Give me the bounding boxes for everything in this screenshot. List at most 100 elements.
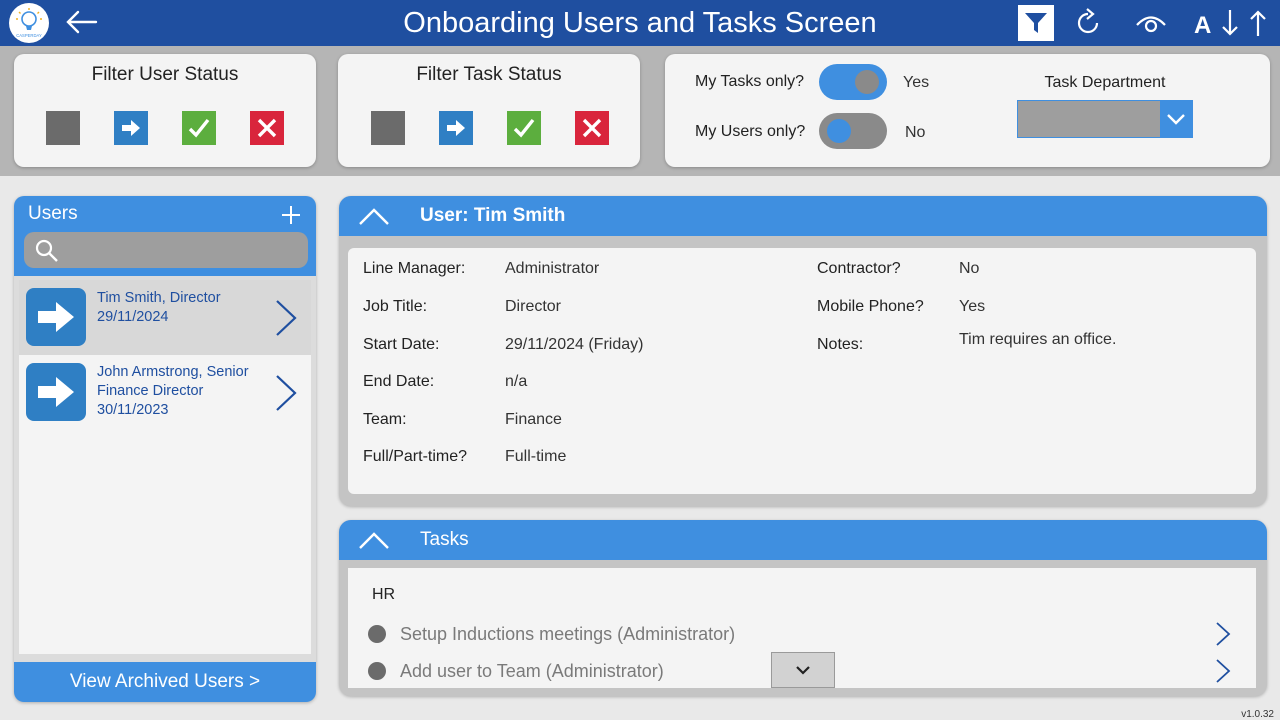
user-detail-header: User: Tim Smith <box>339 196 1267 236</box>
chevron-up-icon[interactable] <box>357 204 391 228</box>
full-part-time-value: Full-time <box>505 448 567 465</box>
user-start-date: 30/11/2023 <box>97 402 169 418</box>
toggle-knob <box>827 119 851 143</box>
users-panel: Users Tim Smith, Director 29/11/2024 Joh… <box>14 196 316 702</box>
user-detail-panel: User: Tim Smith Line Manager: Administra… <box>339 196 1267 506</box>
task-status-not-started-button[interactable] <box>371 111 405 145</box>
user-status-in-progress-icon <box>26 288 86 346</box>
users-header: Users <box>14 196 316 276</box>
users-title: Users <box>28 203 78 224</box>
close-icon <box>582 118 602 138</box>
close-icon <box>257 118 277 138</box>
user-name: John Armstrong, Senior <box>97 364 249 380</box>
my-tasks-toggle[interactable] <box>819 64 887 100</box>
my-users-value: No <box>905 124 926 141</box>
task-group-label: HR <box>372 586 396 603</box>
line-manager-label: Line Manager: <box>363 260 466 277</box>
svg-text:A: A <box>1194 12 1211 39</box>
task-status-dot[interactable] <box>368 662 386 680</box>
app-header: CASPERDAY Onboarding Users and Tasks Scr… <box>0 0 1280 46</box>
filter-task-status-card: Filter Task Status <box>338 54 640 167</box>
toggle-knob <box>855 70 879 94</box>
app-version: v1.0.32 <box>1241 709 1274 720</box>
task-expand-dropdown[interactable] <box>771 652 835 688</box>
user-start-date: 29/11/2024 <box>97 309 169 325</box>
eye-icon[interactable] <box>1133 5 1169 41</box>
my-users-label: My Users only? <box>695 123 806 140</box>
job-title-label: Job Title: <box>363 298 428 315</box>
back-arrow-icon[interactable] <box>64 7 100 37</box>
user-status-in-progress-icon <box>26 363 86 421</box>
svg-text:CASPERDAY: CASPERDAY <box>16 33 42 38</box>
add-user-icon[interactable] <box>276 200 306 230</box>
task-department-label: Task Department <box>1044 74 1166 91</box>
user-list-item[interactable]: John Armstrong, Senior Finance Director … <box>19 355 311 430</box>
user-item-text: John Armstrong, Senior Finance Director … <box>97 363 267 420</box>
contractor-value: No <box>959 260 980 277</box>
filter-icon[interactable] <box>1018 5 1054 41</box>
user-name: Tim Smith, Director <box>97 290 221 306</box>
task-department-dropdown[interactable] <box>1017 100 1193 138</box>
sort-icon[interactable]: A <box>1190 5 1270 41</box>
options-card: My Tasks only? Yes My Users only? No Tas… <box>665 54 1270 167</box>
chevron-right-icon[interactable] <box>1214 620 1232 648</box>
chevron-down-icon <box>1160 101 1192 137</box>
check-icon <box>513 118 535 138</box>
mobile-phone-label: Mobile Phone? <box>817 298 924 315</box>
task-status-complete-button[interactable] <box>507 111 541 145</box>
arrow-right-icon <box>447 120 465 136</box>
filter-user-status-card: Filter User Status <box>14 54 316 167</box>
user-status-cancelled-button[interactable] <box>250 111 284 145</box>
check-icon <box>188 118 210 138</box>
filter-band: Filter User Status Filter Task Status My… <box>0 46 1280 176</box>
refresh-icon[interactable] <box>1070 5 1106 41</box>
task-status-in-progress-button[interactable] <box>439 111 473 145</box>
start-date-value: 29/11/2024 (Friday) <box>505 336 644 353</box>
task-label[interactable]: Add user to Team (Administrator) <box>400 661 664 682</box>
contractor-label: Contractor? <box>817 260 901 277</box>
my-tasks-label: My Tasks only? <box>695 73 805 90</box>
team-value: Finance <box>505 411 562 428</box>
notes-value: Tim requires an office. <box>959 331 1117 348</box>
chevron-right-icon[interactable] <box>273 373 299 413</box>
chevron-up-icon[interactable] <box>357 528 391 552</box>
task-label[interactable]: Setup Inductions meetings (Administrator… <box>400 624 735 645</box>
user-search-box <box>24 232 308 268</box>
chevron-right-icon[interactable] <box>273 298 299 338</box>
full-part-time-label: Full/Part-time? <box>363 448 468 465</box>
user-status-complete-button[interactable] <box>182 111 216 145</box>
user-detail-body: Line Manager: Administrator Job Title: D… <box>348 248 1256 494</box>
tasks-body: HR Setup Inductions meetings (Administra… <box>348 568 1256 688</box>
user-search-input[interactable] <box>66 237 296 263</box>
app-logo: CASPERDAY <box>9 3 49 43</box>
my-users-toggle[interactable] <box>819 113 887 149</box>
job-title-value: Director <box>505 298 562 315</box>
tasks-header: Tasks <box>339 520 1267 560</box>
user-status-in-progress-button[interactable] <box>114 111 148 145</box>
end-date-label: End Date: <box>363 373 435 390</box>
task-status-cancelled-button[interactable] <box>575 111 609 145</box>
view-archived-users-button[interactable]: View Archived Users > <box>14 662 316 702</box>
task-status-dot[interactable] <box>368 625 386 643</box>
chevron-down-icon <box>796 666 810 675</box>
line-manager-value: Administrator <box>505 260 600 277</box>
end-date-value: n/a <box>505 373 528 390</box>
user-detail-title: User: Tim Smith <box>420 205 566 226</box>
chevron-right-icon[interactable] <box>1214 657 1232 685</box>
tasks-title: Tasks <box>420 529 469 550</box>
start-date-label: Start Date: <box>363 336 440 353</box>
notes-label: Notes: <box>817 336 864 353</box>
filter-user-status-title: Filter User Status <box>91 64 239 85</box>
filter-task-status-title: Filter Task Status <box>416 64 562 85</box>
user-name-continued: Finance Director <box>97 383 204 399</box>
user-item-text: Tim Smith, Director 29/11/2024 <box>97 289 267 327</box>
mobile-phone-value: Yes <box>959 298 986 315</box>
team-label: Team: <box>363 411 407 428</box>
arrow-right-icon <box>122 120 140 136</box>
users-list: Tim Smith, Director 29/11/2024 John Arms… <box>19 280 311 654</box>
search-icon <box>35 239 58 262</box>
tasks-panel: Tasks HR Setup Inductions meetings (Admi… <box>339 520 1267 696</box>
user-status-not-started-button[interactable] <box>46 111 80 145</box>
my-tasks-value: Yes <box>903 74 930 91</box>
user-list-item[interactable]: Tim Smith, Director 29/11/2024 <box>19 280 311 355</box>
